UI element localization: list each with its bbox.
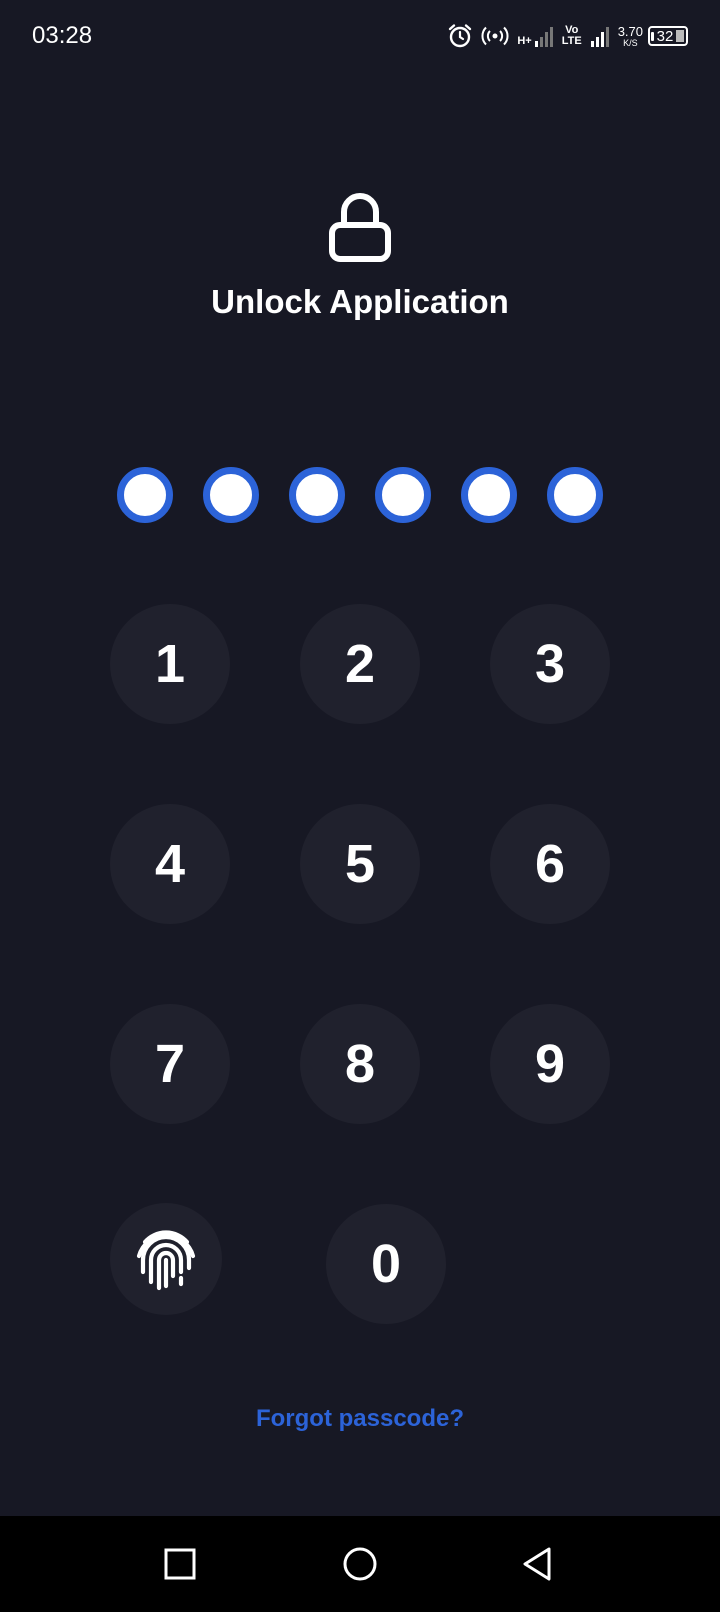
home-button[interactable]	[336, 1540, 384, 1588]
recents-button[interactable]	[156, 1540, 204, 1588]
key-5[interactable]: 5	[300, 804, 420, 924]
key-3[interactable]: 3	[490, 604, 610, 724]
status-bar: 03:28 H+ Vo LTE 3.70 K/S 32	[0, 0, 720, 72]
status-time: 03:28	[32, 22, 93, 49]
pin-dot	[375, 467, 431, 523]
volte-indicator: Vo LTE	[562, 25, 582, 47]
hotspot-icon	[481, 26, 509, 46]
forgot-passcode-link[interactable]: Forgot passcode?	[0, 1405, 720, 1433]
signal-bars-icon	[590, 27, 609, 47]
mobile-signal-1: H+	[517, 25, 553, 47]
volte-bottom-label: LTE	[561, 35, 582, 47]
network-type-label: H+	[517, 35, 532, 47]
pin-dot	[461, 467, 517, 523]
fingerprint-icon	[136, 1230, 196, 1291]
battery-level: 32	[656, 27, 674, 45]
alarm-icon	[449, 24, 472, 48]
lock-icon	[329, 193, 391, 262]
fingerprint-button[interactable]	[110, 1203, 222, 1315]
pin-dot	[289, 467, 345, 523]
network-speed: 3.70 K/S	[618, 25, 643, 48]
page-title: Unlock Application	[211, 283, 509, 320]
key-8[interactable]: 8	[300, 1004, 420, 1124]
key-4[interactable]: 4	[110, 804, 230, 924]
key-9[interactable]: 9	[490, 1004, 610, 1124]
signal-bars-icon	[534, 27, 553, 47]
recents-icon	[164, 1548, 196, 1580]
speed-value: 3.70	[617, 23, 643, 39]
key-7[interactable]: 7	[110, 1004, 230, 1124]
pin-dot	[203, 467, 259, 523]
pin-dot	[547, 467, 603, 523]
key-1[interactable]: 1	[110, 604, 230, 724]
speed-unit: K/S	[623, 37, 638, 48]
navigation-bar	[0, 1516, 720, 1612]
status-icons: H+ Vo LTE 3.70 K/S 32	[447, 20, 688, 52]
home-icon	[343, 1547, 377, 1581]
battery-icon: 32	[648, 26, 688, 46]
key-2[interactable]: 2	[300, 604, 420, 724]
key-0[interactable]: 0	[326, 1204, 446, 1324]
key-6[interactable]: 6	[490, 804, 610, 924]
pin-dot	[117, 467, 173, 523]
back-icon	[523, 1547, 551, 1581]
pin-indicator	[117, 467, 603, 523]
back-button[interactable]	[514, 1540, 562, 1588]
battery-indicator: 32	[648, 26, 688, 46]
